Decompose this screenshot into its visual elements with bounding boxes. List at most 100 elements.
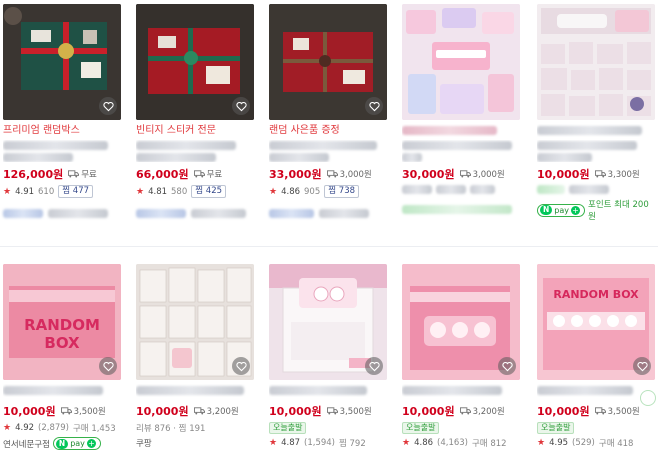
product-card[interactable]: 10,000원 3,500원 오늘출발 ★ 4.87 (1,594) 찜 792 bbox=[269, 264, 387, 449]
product-title-blurred[interactable] bbox=[3, 384, 121, 397]
seller-row: 연서네문구점 Npay + bbox=[3, 437, 121, 450]
product-image[interactable] bbox=[136, 264, 254, 380]
product-title[interactable]: 랜덤 사은품 증정 bbox=[269, 124, 387, 137]
wishlist-heart-icon[interactable] bbox=[498, 357, 516, 375]
product-image[interactable] bbox=[3, 4, 121, 120]
review-count: 905 bbox=[304, 186, 321, 197]
zzim-badge[interactable]: 찜 425 bbox=[191, 185, 227, 198]
product-card[interactable]: 10,000원 3,200원 오늘출발 ★ 4.86 (4,163) 구매 81… bbox=[402, 264, 520, 449]
npay-badge: Npay + bbox=[537, 203, 585, 217]
product-image[interactable] bbox=[136, 4, 254, 120]
shipping-fee: 3,200원 bbox=[472, 407, 505, 417]
box-label: RANDOM bbox=[24, 316, 100, 334]
shipping-fee: 3,200원 bbox=[206, 407, 239, 417]
zzim-badge[interactable]: 찜 738 bbox=[324, 185, 360, 198]
npay-point-row: Npay + 포인트 최대 200원 bbox=[537, 198, 655, 222]
row-divider bbox=[0, 246, 658, 247]
product-image[interactable] bbox=[269, 4, 387, 120]
today-ship-tag: 오늘출발 bbox=[402, 422, 440, 434]
price: 66,000원 bbox=[136, 168, 189, 181]
shipping: 3,000원 bbox=[459, 168, 505, 180]
meta: 구매 812 bbox=[471, 439, 507, 449]
product-card[interactable]: 10,000원 3,300원 Npay + 포인트 최대 200원 bbox=[537, 4, 655, 222]
product-title-blurred[interactable] bbox=[402, 384, 520, 397]
product-image[interactable] bbox=[402, 264, 520, 380]
product-card[interactable]: 10,000원 3,200원 리뷰 876 · 찜 191 쿠팡 bbox=[136, 264, 254, 449]
product-title-blurred[interactable] bbox=[136, 384, 254, 397]
product-card[interactable]: 빈티지 스티커 전문 66,000원 무료 ★ 4.81 580 찜 425 bbox=[136, 4, 254, 222]
price-line: 66,000원 무료 bbox=[136, 166, 254, 182]
price-line: 10,000원 3,500원 bbox=[3, 403, 121, 419]
product-description-blurred bbox=[136, 140, 254, 162]
npay-badge: Npay + bbox=[52, 437, 101, 450]
rating-count: (529) bbox=[572, 438, 595, 448]
star-icon: ★ bbox=[136, 186, 145, 197]
product-title-blurred[interactable] bbox=[537, 124, 655, 137]
npay-label: pay bbox=[554, 205, 569, 215]
shipping: 무료 bbox=[68, 168, 97, 180]
zzim-label: 찜 bbox=[195, 186, 204, 196]
product-card[interactable]: 30,000원 3,000원 bbox=[402, 4, 520, 218]
shipping-fee: 3,000원 bbox=[472, 170, 505, 180]
npay-label: pay bbox=[70, 439, 85, 448]
npay-logo: N bbox=[540, 205, 553, 215]
price-line: 10,000원 3,500원 bbox=[269, 403, 387, 419]
product-card[interactable]: 랜덤 사은품 증정 33,000원 3,000원 ★ 4.86 905 찜 73… bbox=[269, 4, 387, 222]
seller-name[interactable]: 연서네문구점 bbox=[3, 438, 50, 450]
rating-stats: ★ 4.86 905 찜 738 bbox=[269, 185, 387, 198]
meta: 찜 792 bbox=[338, 439, 366, 449]
star-icon: ★ bbox=[269, 186, 278, 197]
product-title[interactable]: 프리미엄 랜덤박스 bbox=[3, 124, 121, 137]
truck-icon bbox=[459, 170, 471, 178]
product-description-blurred bbox=[537, 140, 655, 162]
meta: 구매 418 bbox=[598, 439, 634, 449]
star-icon: ★ bbox=[402, 438, 411, 448]
price: 10,000원 bbox=[269, 405, 322, 418]
rating-stats: ★ 4.87 (1,594) 찜 792 bbox=[269, 437, 387, 449]
npay-row bbox=[402, 199, 520, 218]
star-icon: ★ bbox=[3, 423, 12, 433]
meta: 구매 1,453 bbox=[72, 424, 116, 434]
shipping: 무료 bbox=[193, 168, 222, 180]
star-icon: ★ bbox=[269, 438, 278, 448]
product-card[interactable]: RANDOM BOX 10,000원 3,500원 ★ 4.92 (2,879)… bbox=[3, 264, 121, 450]
carousel-next-button[interactable] bbox=[640, 390, 656, 406]
price-line: 10,000원 3,200원 bbox=[402, 403, 520, 419]
truck-icon bbox=[326, 407, 338, 415]
seller-blurred bbox=[3, 203, 121, 222]
shipping-fee: 3,500원 bbox=[607, 407, 640, 417]
zzim-badge[interactable]: 찜 477 bbox=[58, 185, 94, 198]
product-image[interactable]: RANDOM BOX bbox=[537, 264, 655, 380]
product-image[interactable] bbox=[537, 4, 655, 120]
wishlist-heart-icon[interactable] bbox=[99, 97, 117, 115]
rating-count: (2,879) bbox=[38, 423, 69, 433]
product-card[interactable]: RANDOM BOX 10,000원 3,500원 오늘출발 ★ 4.95 (5… bbox=[537, 264, 655, 449]
price: 10,000원 bbox=[537, 168, 590, 181]
product-image[interactable]: RANDOM BOX bbox=[3, 264, 121, 380]
wishlist-heart-icon[interactable] bbox=[365, 97, 383, 115]
product-card[interactable]: 프리미엄 랜덤박스 126,000원 무료 ★ 4.91 610 찜 477 bbox=[3, 4, 121, 222]
product-image[interactable] bbox=[402, 4, 520, 120]
box-label: RANDOM BOX bbox=[553, 288, 639, 301]
wishlist-heart-icon[interactable] bbox=[232, 357, 250, 375]
wishlist-heart-icon[interactable] bbox=[365, 357, 383, 375]
price: 33,000원 bbox=[269, 168, 322, 181]
product-title-blurred[interactable] bbox=[537, 384, 655, 397]
product-description-blurred bbox=[269, 140, 387, 162]
truck-icon bbox=[594, 407, 606, 415]
wishlist-heart-icon[interactable] bbox=[99, 357, 117, 375]
product-title[interactable]: 빈티지 스티커 전문 bbox=[136, 124, 254, 137]
zzim-count: 477 bbox=[72, 186, 90, 196]
truck-icon bbox=[193, 170, 205, 178]
price: 10,000원 bbox=[537, 405, 590, 418]
rating-stats: ★ 4.95 (529) 구매 418 bbox=[537, 437, 655, 449]
product-image[interactable] bbox=[269, 264, 387, 380]
product-title-blurred[interactable] bbox=[402, 124, 520, 137]
truck-icon bbox=[193, 407, 205, 415]
product-title-blurred[interactable] bbox=[269, 384, 387, 397]
wishlist-heart-icon[interactable] bbox=[232, 97, 250, 115]
shipping: 3,500원 bbox=[594, 405, 640, 417]
seller-name[interactable]: 쿠팡 bbox=[136, 439, 152, 449]
rating-stats-blurred bbox=[537, 185, 655, 194]
wishlist-heart-icon[interactable] bbox=[633, 357, 651, 375]
